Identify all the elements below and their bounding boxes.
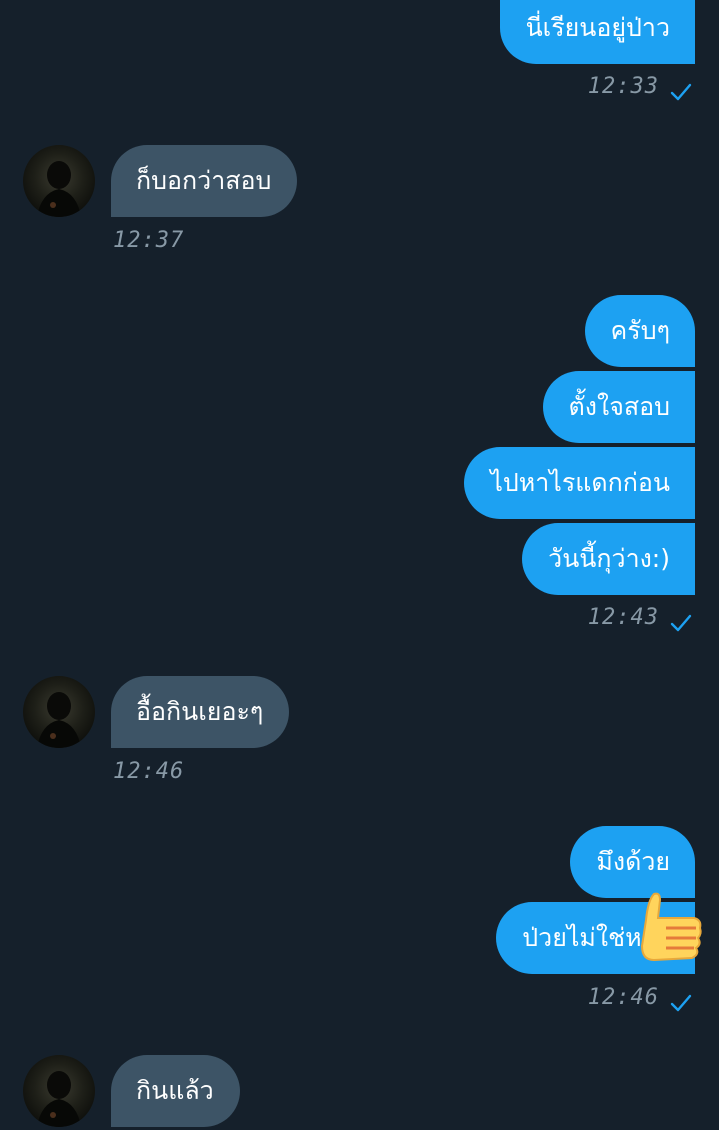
message-text: ก็บอกว่าสอบ xyxy=(136,166,272,195)
outgoing-message[interactable]: ตั้งใจสอบ xyxy=(542,371,695,443)
message-text: ตั้งใจสอบ xyxy=(568,392,670,421)
message-timestamp: 12:37 xyxy=(113,228,185,253)
outgoing-message[interactable]: นี่เรียนอยู่ป่าว xyxy=(499,0,695,64)
message-text: ครับๆ xyxy=(610,316,670,345)
outgoing-message[interactable]: ไปหาไรแดกก่อน xyxy=(464,447,695,519)
thumbs-up-sticker xyxy=(640,892,702,962)
incoming-message[interactable]: อื้อกินเยอะๆ xyxy=(111,676,290,748)
message-text: นี่เรียนอยู่ป่าว xyxy=(525,13,670,42)
check-icon xyxy=(670,614,692,632)
message-timestamp: 12:46 xyxy=(113,759,185,784)
avatar[interactable] xyxy=(23,1055,95,1127)
outgoing-message[interactable]: ครับๆ xyxy=(584,295,695,367)
message-text: อื้อกินเยอะๆ xyxy=(136,697,264,726)
check-icon xyxy=(670,83,692,101)
message-timestamp: 12:46 xyxy=(587,985,659,1010)
avatar[interactable] xyxy=(23,145,95,217)
avatar-image xyxy=(37,692,81,748)
incoming-message[interactable]: ก็บอกว่าสอบ xyxy=(111,145,298,217)
outgoing-message[interactable]: วันนี้กุว่าง:) xyxy=(522,523,695,595)
incoming-message[interactable]: กินแล้ว xyxy=(111,1055,240,1127)
message-timestamp: 12:43 xyxy=(587,605,659,630)
message-text: วันนี้กุว่าง:) xyxy=(548,544,670,573)
outgoing-message[interactable]: มึงด้วย xyxy=(570,826,695,898)
avatar-image xyxy=(37,161,81,217)
check-icon xyxy=(670,994,692,1012)
avatar[interactable] xyxy=(23,676,95,748)
message-text: มึงด้วย xyxy=(596,847,670,876)
message-text: กินแล้ว xyxy=(136,1076,214,1105)
message-timestamp: 12:33 xyxy=(587,74,659,99)
avatar-image xyxy=(37,1071,81,1127)
message-text: ไปหาไรแดกก่อน xyxy=(490,468,670,497)
